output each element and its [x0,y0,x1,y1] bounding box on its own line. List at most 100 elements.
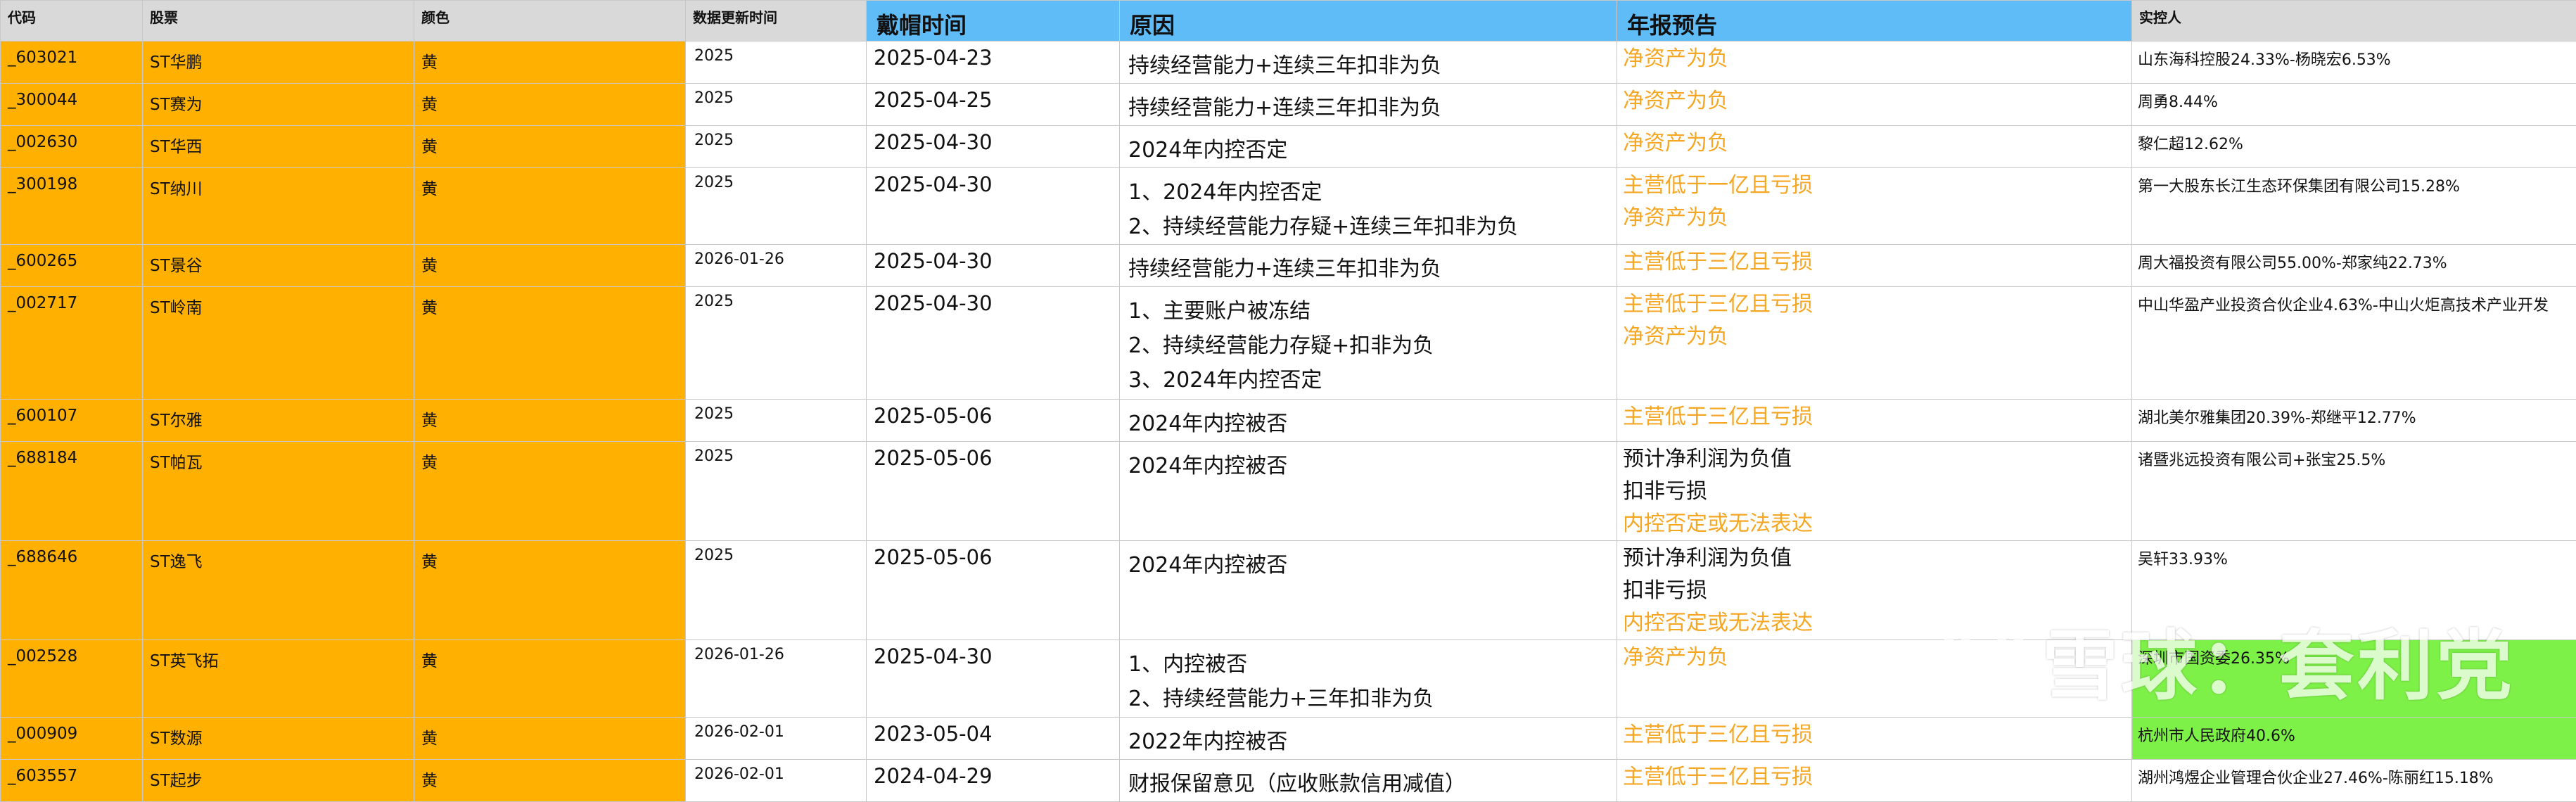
cell-update[interactable]: 2025 [686,168,867,245]
cell-reason[interactable]: 1、内控被否2、持续经营能力+三年扣非为负 [1120,640,1617,718]
cell-owner[interactable]: 山东海科控股24.33%-杨晓宏6.53% [2132,42,2576,84]
cell-reason[interactable]: 2024年内控被否 [1120,400,1617,442]
cell-cap-date[interactable]: 2023-05-04 [867,718,1120,760]
cell-update[interactable]: 2025 [686,84,867,126]
cell-color[interactable]: 黄 [414,640,686,718]
cell-forecast[interactable]: 主营低于三亿且亏损 [1617,760,2132,802]
cell-color[interactable]: 黄 [414,168,686,245]
header-stock[interactable]: 股票 [143,1,414,42]
cell-cap-date[interactable]: 2025-04-30 [867,126,1120,168]
cell-forecast[interactable]: 预计净利润为负值扣非亏损内控否定或无法表达 [1617,442,2132,541]
cell-code[interactable]: _603021 [1,42,143,84]
header-forecast[interactable]: 年报预告 [1617,1,2132,42]
cell-forecast[interactable]: 预计净利润为负值扣非亏损内控否定或无法表达 [1617,541,2132,640]
cell-stock[interactable]: ST逸飞 [143,541,414,640]
cell-update[interactable]: 2025 [686,126,867,168]
cell-owner[interactable]: 杭州市人民政府40.6% [2132,718,2576,760]
cell-forecast[interactable]: 净资产为负 [1617,42,2132,84]
cell-reason[interactable]: 2024年内控被否 [1120,442,1617,541]
cell-forecast[interactable]: 主营低于一亿且亏损净资产为负 [1617,168,2132,245]
cell-code[interactable]: _002528 [1,640,143,718]
cell-reason[interactable]: 财报保留意见（应收账款信用减值） [1120,760,1617,802]
cell-owner[interactable]: 中山华盈产业投资合伙企业4.63%-中山火炬高技术产业开发 [2132,287,2576,400]
cell-forecast[interactable]: 净资产为负 [1617,84,2132,126]
cell-forecast[interactable]: 主营低于三亿且亏损 [1617,718,2132,760]
cell-code[interactable]: _688184 [1,442,143,541]
cell-color[interactable]: 黄 [414,718,686,760]
cell-reason[interactable]: 2022年内控被否 [1120,718,1617,760]
cell-stock[interactable]: ST起步 [143,760,414,802]
cell-owner[interactable]: 周勇8.44% [2132,84,2576,126]
cell-forecast[interactable]: 主营低于三亿且亏损 [1617,245,2132,287]
cell-owner[interactable]: 湖州鸿煜企业管理合伙企业27.46%-陈丽红15.18% [2132,760,2576,802]
cell-owner[interactable]: 黎仁超12.62% [2132,126,2576,168]
cell-code[interactable]: _600265 [1,245,143,287]
cell-color[interactable]: 黄 [414,400,686,442]
cell-color[interactable]: 黄 [414,287,686,400]
cell-update[interactable]: 2025 [686,442,867,541]
cell-reason[interactable]: 持续经营能力+连续三年扣非为负 [1120,84,1617,126]
header-reason[interactable]: 原因 [1120,1,1617,42]
cell-owner[interactable]: 吴轩33.93% [2132,541,2576,640]
cell-update[interactable]: 2026-01-26 [686,640,867,718]
cell-cap-date[interactable]: 2025-05-06 [867,442,1120,541]
cell-reason[interactable]: 2024年内控被否 [1120,541,1617,640]
cell-forecast[interactable]: 主营低于三亿且亏损净资产为负 [1617,287,2132,400]
table-row[interactable]: _002630ST华西黄20252025-04-302024年内控否定净资产为负… [1,126,2576,168]
table-row[interactable]: _002528ST英飞拓黄2026-01-262025-04-301、内控被否2… [1,640,2576,718]
header-code[interactable]: 代码 [1,1,143,42]
cell-update[interactable]: 2026-02-01 [686,718,867,760]
cell-stock[interactable]: ST景谷 [143,245,414,287]
cell-cap-date[interactable]: 2024-04-29 [867,760,1120,802]
cell-stock[interactable]: ST尔雅 [143,400,414,442]
table-row[interactable]: _603021ST华鹏黄20252025-04-23持续经营能力+连续三年扣非为… [1,42,2576,84]
cell-update[interactable]: 2026-01-26 [686,245,867,287]
cell-reason[interactable]: 持续经营能力+连续三年扣非为负 [1120,42,1617,84]
cell-cap-date[interactable]: 2025-04-30 [867,245,1120,287]
cell-code[interactable]: _002630 [1,126,143,168]
cell-color[interactable]: 黄 [414,84,686,126]
cell-color[interactable]: 黄 [414,42,686,84]
cell-cap-date[interactable]: 2025-04-25 [867,84,1120,126]
cell-stock[interactable]: ST华西 [143,126,414,168]
cell-code[interactable]: _300044 [1,84,143,126]
cell-owner[interactable]: 深圳市国资委26.35% [2132,640,2576,718]
cell-stock[interactable]: ST华鹏 [143,42,414,84]
cell-cap-date[interactable]: 2025-04-30 [867,168,1120,245]
cell-color[interactable]: 黄 [414,245,686,287]
cell-reason[interactable]: 1、主要账户被冻结2、持续经营能力存疑+扣非为负3、2024年内控否定 [1120,287,1617,400]
header-color[interactable]: 颜色 [414,1,686,42]
cell-stock[interactable]: ST纳川 [143,168,414,245]
cell-owner[interactable]: 湖北美尔雅集团20.39%-郑继平12.77% [2132,400,2576,442]
cell-stock[interactable]: ST帕瓦 [143,442,414,541]
header-owner[interactable]: 实控人 [2132,1,2576,42]
header-update[interactable]: 数据更新时间 [686,1,867,42]
table-row[interactable]: _688184ST帕瓦黄20252025-05-062024年内控被否预计净利润… [1,442,2576,541]
cell-cap-date[interactable]: 2025-05-06 [867,400,1120,442]
table-row[interactable]: _600265ST景谷黄2026-01-262025-04-30持续经营能力+连… [1,245,2576,287]
cell-forecast[interactable]: 净资产为负 [1617,640,2132,718]
cell-cap-date[interactable]: 2025-04-23 [867,42,1120,84]
cell-reason[interactable]: 持续经营能力+连续三年扣非为负 [1120,245,1617,287]
table-row[interactable]: _300044ST赛为黄20252025-04-25持续经营能力+连续三年扣非为… [1,84,2576,126]
cell-color[interactable]: 黄 [414,126,686,168]
table-row[interactable]: _600107ST尔雅黄20252025-05-062024年内控被否主营低于三… [1,400,2576,442]
cell-color[interactable]: 黄 [414,541,686,640]
cell-reason[interactable]: 1、2024年内控否定2、持续经营能力存疑+连续三年扣非为负 [1120,168,1617,245]
table-row[interactable]: _688646ST逸飞黄20252025-05-062024年内控被否预计净利润… [1,541,2576,640]
header-cap-date[interactable]: 戴帽时间 [867,1,1120,42]
cell-color[interactable]: 黄 [414,760,686,802]
cell-code[interactable]: _000909 [1,718,143,760]
cell-cap-date[interactable]: 2025-05-06 [867,541,1120,640]
table-row[interactable]: _603557ST起步黄2026-02-012024-04-29财报保留意见（应… [1,760,2576,802]
cell-update[interactable]: 2025 [686,541,867,640]
cell-forecast[interactable]: 净资产为负 [1617,126,2132,168]
cell-code[interactable]: _002717 [1,287,143,400]
table-row[interactable]: _000909ST数源黄2026-02-012023-05-042022年内控被… [1,718,2576,760]
table-row[interactable]: _002717ST岭南黄20252025-04-301、主要账户被冻结2、持续经… [1,287,2576,400]
cell-stock[interactable]: ST数源 [143,718,414,760]
table-row[interactable]: _300198ST纳川黄20252025-04-301、2024年内控否定2、持… [1,168,2576,245]
cell-update[interactable]: 2025 [686,400,867,442]
cell-cap-date[interactable]: 2025-04-30 [867,640,1120,718]
cell-update[interactable]: 2025 [686,287,867,400]
